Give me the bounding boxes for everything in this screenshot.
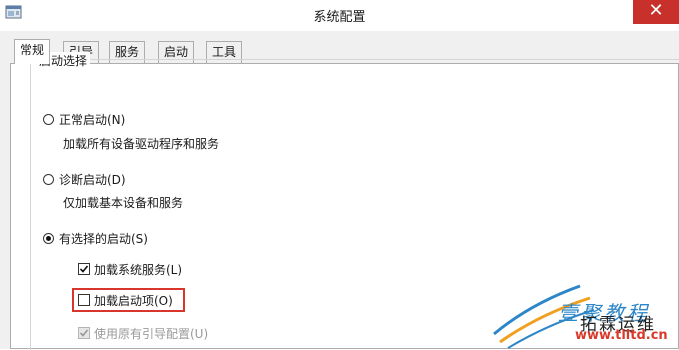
title-bar: 系统配置 ✕ [0, 0, 679, 31]
close-button[interactable]: ✕ [633, 0, 679, 24]
diagnostic-startup-label[interactable]: 诊断启动(D) [59, 171, 126, 188]
highlight-box [72, 288, 185, 312]
checkmark-icon [79, 265, 89, 273]
normal-startup-description: 加载所有设备驱动程序和服务 [63, 137, 220, 151]
load-system-services-checkbox[interactable] [78, 263, 90, 275]
use-original-boot-config-checkbox [78, 327, 90, 339]
diagnostic-startup-description: 仅加载基本设备和服务 [63, 196, 184, 210]
selective-startup-radio[interactable] [43, 233, 54, 244]
checkmark-icon [79, 329, 89, 337]
diagnostic-startup-radio[interactable] [43, 174, 54, 185]
normal-startup-label[interactable]: 正常启动(N) [59, 111, 125, 128]
load-system-services-label[interactable]: 加载系统服务(L) [94, 261, 182, 278]
selective-startup-label[interactable]: 有选择的启动(S) [59, 230, 148, 247]
use-original-boot-config-label: 使用原有引导配置(U) [94, 327, 209, 341]
normal-startup-radio[interactable] [43, 114, 54, 125]
window-title: 系统配置 [313, 10, 366, 25]
tab-general[interactable]: 常规 [14, 39, 51, 64]
watermark-url: www.tlltd.cn [575, 328, 668, 343]
